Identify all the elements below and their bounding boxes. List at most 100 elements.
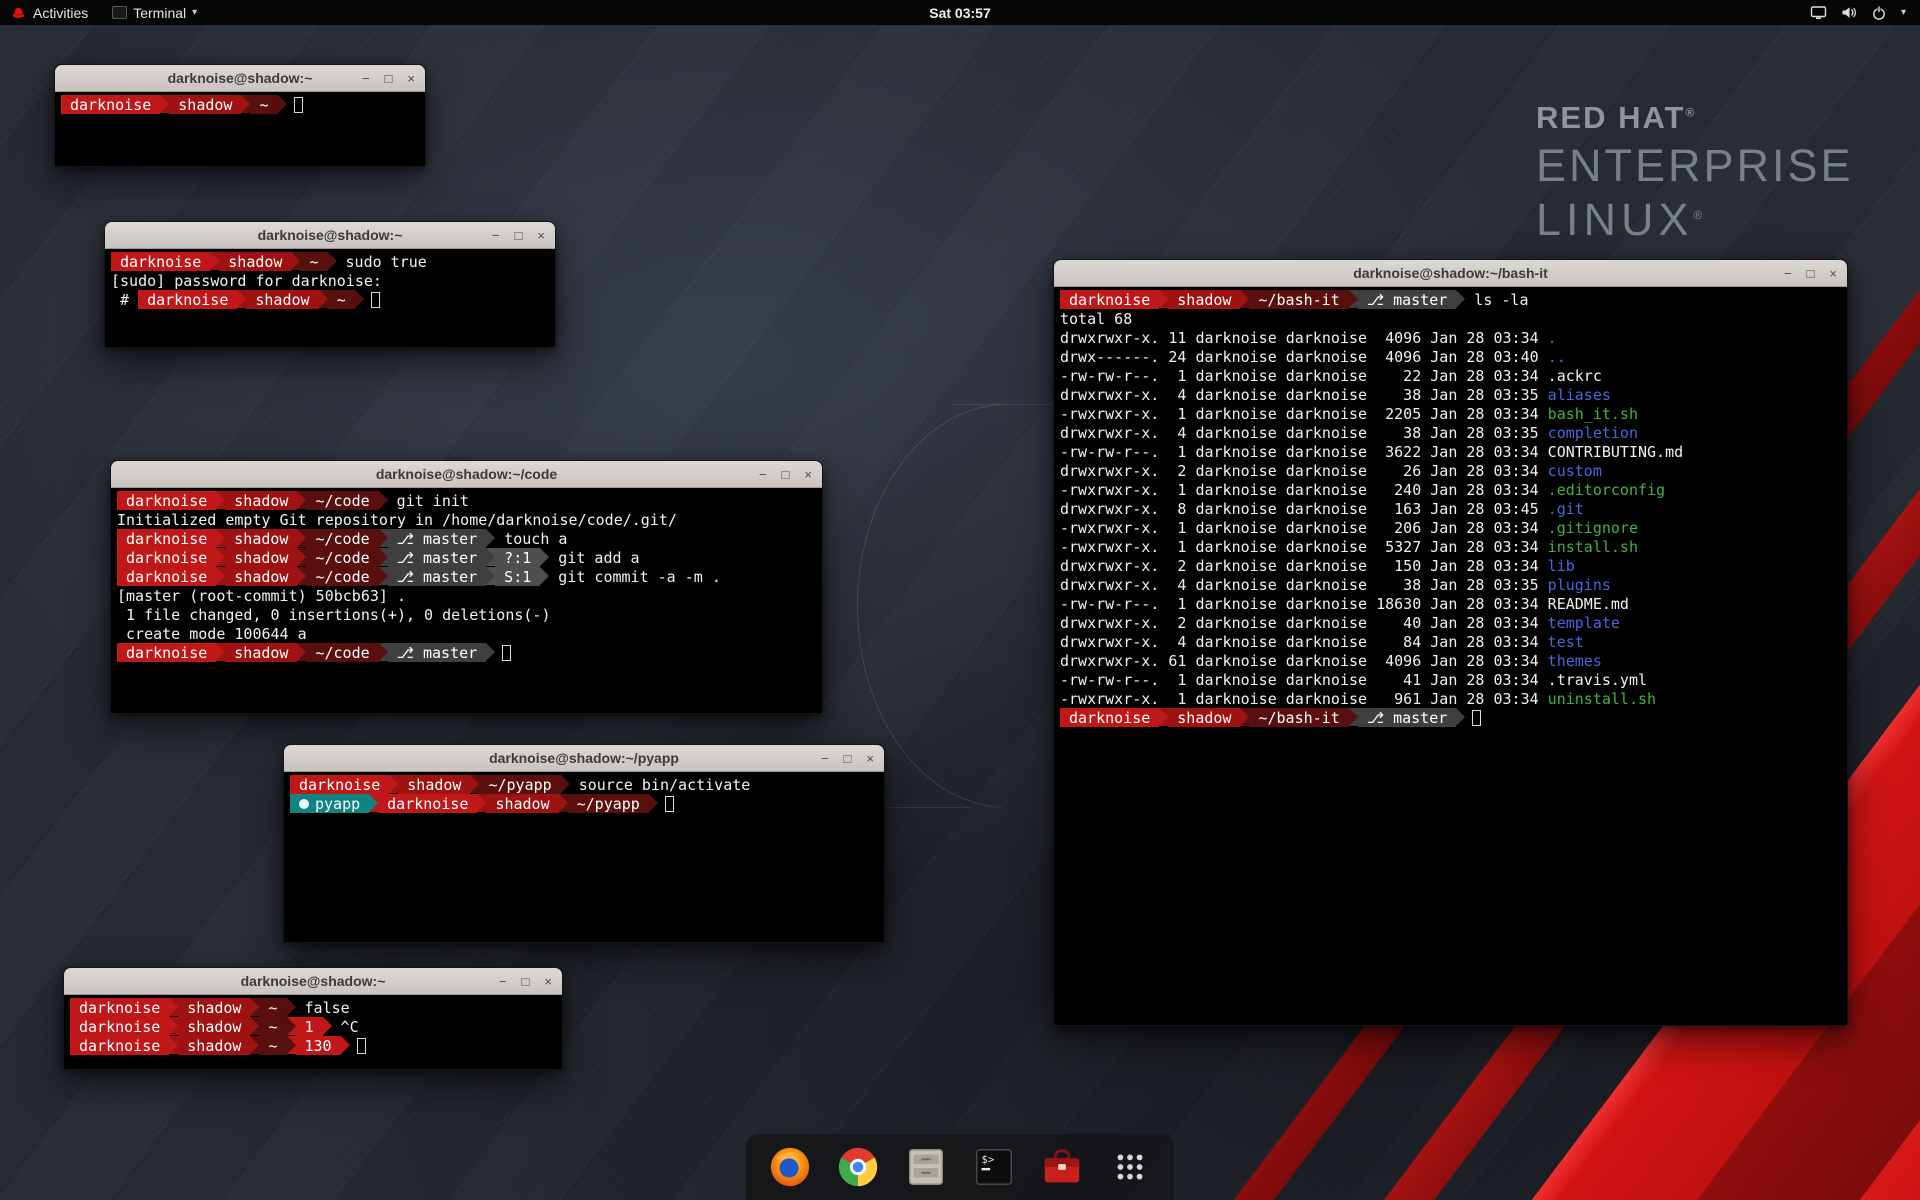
window-titlebar[interactable]: darknoise@shadow:~ − □ ×	[55, 65, 425, 92]
prompt-segment-host: shadow	[225, 548, 297, 567]
powerline-arrow	[250, 998, 259, 1016]
close-button[interactable]: ×	[866, 752, 874, 765]
powerline-arrow	[379, 643, 388, 661]
close-button[interactable]: ×	[1829, 267, 1837, 280]
powerline-arrow	[540, 567, 549, 585]
clock[interactable]: Sat 03:57	[929, 5, 990, 21]
power-icon	[1871, 5, 1887, 21]
terminal-content[interactable]: darknoiseshadow~/bash-it⎇ master ls -lat…	[1054, 287, 1847, 1025]
window-controls: − □ ×	[759, 461, 812, 487]
minimize-button[interactable]: −	[1784, 267, 1792, 280]
powerline-arrow	[216, 567, 225, 585]
maximize-button[interactable]: □	[1807, 267, 1815, 280]
terminal-line: drwxrwxr-x. 11 darknoise darknoise 4096 …	[1060, 328, 1841, 347]
maximize-button[interactable]: □	[515, 229, 523, 242]
maximize-button[interactable]: □	[385, 72, 393, 85]
prompt-segment-host: shadow	[225, 529, 297, 548]
terminal-cursor	[1472, 710, 1481, 726]
prompt-segment-path: ~/code	[306, 529, 378, 548]
window-titlebar[interactable]: darknoise@shadow:~/bash-it − □ ×	[1054, 260, 1847, 287]
terminal-text: plugins	[1548, 575, 1611, 594]
prompt-segment-path: ~	[259, 998, 286, 1017]
terminal-line: drwxrwxr-x. 4 darknoise darknoise 84 Jan…	[1060, 632, 1841, 651]
dock-chrome[interactable]	[834, 1143, 882, 1191]
terminal-text: ..	[1548, 347, 1566, 366]
prompt-segment-user: darknoise	[117, 529, 216, 548]
close-button[interactable]: ×	[537, 229, 545, 242]
terminal-line: # darknoiseshadow~	[111, 290, 549, 309]
prompt-segment-host: shadow	[246, 290, 318, 309]
powerline-arrow	[241, 95, 250, 113]
minimize-button[interactable]: −	[492, 229, 500, 242]
terminal-text: drwxrwxr-x. 8 darknoise darknoise 163 Ja…	[1060, 499, 1548, 518]
prompt-segment-host: shadow	[486, 794, 558, 813]
window-controls: − □ ×	[821, 745, 874, 771]
prompt-segment-user: darknoise	[61, 95, 160, 114]
firefox-icon	[767, 1144, 813, 1190]
terminal-text: .editorconfig	[1548, 480, 1665, 499]
top-bar: Activities Terminal ▾ Sat 03:57 ▾	[0, 0, 1920, 25]
brand-linux: LINUX®	[1536, 194, 1854, 246]
terminal-text: git init	[388, 491, 469, 510]
window-titlebar[interactable]: darknoise@shadow:~/code − □ ×	[111, 461, 822, 488]
terminal-content[interactable]: darknoiseshadow~	[55, 92, 425, 166]
terminal-text: .	[1548, 328, 1557, 347]
terminal-content[interactable]: darknoiseshadow~/code git initInitialize…	[111, 488, 822, 713]
terminal-content[interactable]: darknoiseshadow~ sudo true[sudo] passwor…	[105, 249, 555, 347]
dock-terminal[interactable]: $>	[970, 1143, 1018, 1191]
maximize-button[interactable]: □	[782, 468, 790, 481]
dock-app-grid[interactable]	[1106, 1143, 1154, 1191]
prompt-segment-host: shadow	[178, 1017, 250, 1036]
terminal-content[interactable]: darknoiseshadow~/pyapp source bin/activa…	[284, 772, 884, 942]
maximize-button[interactable]: □	[522, 975, 530, 988]
prompt-segment-git: ⎇ master	[388, 529, 487, 548]
terminal-cursor	[371, 292, 380, 308]
terminal-line: -rw-rw-r--. 1 darknoise darknoise 22 Jan…	[1060, 366, 1841, 385]
toolbox-icon	[1039, 1144, 1085, 1190]
terminal-content[interactable]: darknoiseshadow~ falsedarknoiseshadow~1 …	[64, 995, 562, 1069]
powerline-arrow	[291, 252, 300, 270]
minimize-button[interactable]: −	[362, 72, 370, 85]
powerline-arrow	[540, 548, 549, 566]
system-status-area[interactable]: ▾	[1810, 5, 1920, 21]
dock-files[interactable]	[902, 1143, 950, 1191]
maximize-button[interactable]: □	[844, 752, 852, 765]
prompt-segment-user: darknoise	[117, 548, 216, 567]
terminal-line: [sudo] password for darknoise:	[111, 271, 549, 290]
app-menu-terminal[interactable]: Terminal ▾	[102, 0, 207, 25]
minimize-button[interactable]: −	[759, 468, 767, 481]
dock: $>	[746, 1134, 1174, 1200]
terminal-text: total 68	[1060, 309, 1132, 328]
powerline-arrow	[1159, 290, 1168, 308]
dock-toolbox[interactable]	[1038, 1143, 1086, 1191]
powerline-arrow	[287, 1036, 296, 1054]
prompt-segment-host: shadow	[1168, 708, 1240, 727]
terminal-window-home-1: darknoise@shadow:~ − □ × darknoiseshadow…	[54, 64, 426, 167]
chevron-down-icon: ▾	[192, 7, 197, 18]
window-titlebar[interactable]: darknoise@shadow:~ − □ ×	[105, 222, 555, 249]
terminal-text: .travis.yml	[1548, 670, 1647, 689]
terminal-cursor	[294, 97, 303, 113]
close-button[interactable]: ×	[804, 468, 812, 481]
prompt-segment-code: 1	[296, 1017, 323, 1036]
powerline-arrow	[250, 1017, 259, 1035]
brand-enterprise: ENTERPRISE	[1536, 140, 1854, 192]
minimize-button[interactable]: −	[821, 752, 829, 765]
terminal-cursor	[665, 796, 674, 812]
powerline-arrow	[486, 548, 495, 566]
prompt-segment-host: shadow	[225, 567, 297, 586]
terminal-text: lib	[1548, 556, 1575, 575]
window-title: darknoise@shadow:~/pyapp	[284, 745, 884, 771]
dock-firefox[interactable]	[766, 1143, 814, 1191]
powerline-arrow	[1240, 290, 1249, 308]
terminal-text: touch a	[495, 529, 567, 548]
activities-button[interactable]: Activities	[8, 0, 96, 25]
window-titlebar[interactable]: darknoise@shadow:~ − □ ×	[64, 968, 562, 995]
close-button[interactable]: ×	[407, 72, 415, 85]
close-button[interactable]: ×	[544, 975, 552, 988]
minimize-button[interactable]: −	[499, 975, 507, 988]
terminal-line: darknoiseshadow~130	[70, 1036, 556, 1055]
terminal-line: drwxrwxr-x. 2 darknoise darknoise 26 Jan…	[1060, 461, 1841, 480]
window-titlebar[interactable]: darknoise@shadow:~/pyapp − □ ×	[284, 745, 884, 772]
prompt-segment-stat: S:1	[495, 567, 540, 586]
